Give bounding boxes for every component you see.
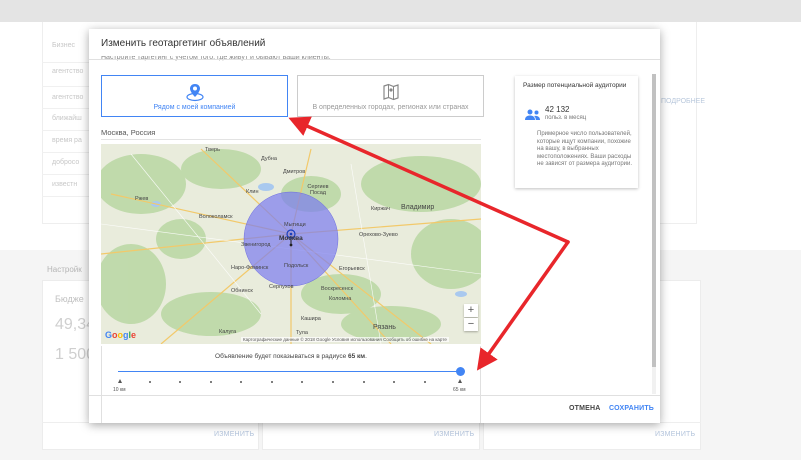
audience-size-card: Размер потенциальной аудитории 42 132 по… [515,76,638,188]
divider [101,139,481,140]
radius-section: Объявление будет показываться в радиусе … [101,346,481,423]
radius-text: Объявление будет показываться в радиусе … [102,353,480,360]
slider-tick [240,381,242,383]
map[interactable]: Тверь Дубна Дмитров Клин Сергиев Посад Р… [101,144,481,344]
top-bar [0,0,801,22]
audience-count: 42 132 [545,105,570,114]
radius-prefix: Объявление будет показываться в радиусе [215,353,349,360]
dialog-intro-text: Настройте таргетинг с учетом того, где ж… [101,56,331,64]
divider [89,59,660,60]
map-attribution[interactable]: Картографические данные © 2018 Google Ус… [241,337,449,342]
slider-tick [301,381,303,383]
slider-tick [118,379,122,383]
divider [42,62,91,63]
audience-description: Примерное число пользователей, которые и… [537,131,633,167]
slider-tick [179,381,181,383]
divider [42,174,91,175]
map-label: Калуга [219,329,237,335]
background-row: Бизнес [52,42,75,49]
map-label: Ржев [135,196,149,202]
divider [89,395,660,396]
cancel-button[interactable]: ОТМЕНА [569,405,601,412]
map-label: Подольск [284,263,309,269]
map-label: Клин [246,189,259,195]
slider-min-label: 10 км [113,387,126,393]
radius-slider-track[interactable] [118,371,461,372]
people-icon [525,108,541,126]
radius-slider-handle[interactable] [456,367,465,376]
edit-link[interactable]: ИЗМЕНИТЬ [214,431,254,438]
zoom-out-button[interactable]: − [464,318,478,331]
map-label: Егорьевск [339,266,365,272]
map-label: Рязань [373,324,396,331]
divider [42,196,91,197]
map-label: Воскресенск [321,286,354,292]
budget-label: Бюдже [55,294,84,304]
option-regions[interactable]: В определенных городах, регионах или стр… [297,75,484,117]
map-label: Москва [279,235,303,242]
map-label: Киржач [371,206,390,212]
slider-tick [363,381,365,383]
map-label: Коломна [329,296,352,302]
edit-link[interactable]: ИЗМЕНИТЬ [655,431,695,438]
map-label: Звенигород [241,242,271,248]
save-button[interactable]: СОХРАНИТЬ [609,405,654,412]
option-near-business-label: Рядом с моей компанией [153,104,236,111]
background-row: агентство [52,68,84,75]
slider-tick [424,381,426,383]
slider-tick [210,381,212,383]
map-label: Наро-Фоминск [231,265,269,271]
map-label: Сергиев Посад [307,184,329,196]
divider [42,152,91,153]
slider-tick [149,381,151,383]
location-label: Москва, Россия [101,128,156,137]
map-label: Владимир [401,204,435,211]
dialog-title: Изменить геотаргетинг объявлений [101,38,266,49]
slider-tick [393,381,395,383]
map-label: Мытищи [284,222,306,228]
option-regions-label: В определенных городах, регионах или стр… [312,104,469,111]
slider-tick [458,379,462,383]
scrollbar-thumb[interactable] [652,74,656,367]
geotargeting-dialog: Изменить геотаргетинг объявлений Настрой… [89,29,660,423]
audience-title: Размер потенциальной аудитории [523,82,627,89]
edit-link[interactable]: ИЗМЕНИТЬ [434,431,474,438]
divider [42,130,91,131]
map-label: Тверь [205,147,220,153]
google-logo: Google [105,330,137,340]
background-row: известн [52,181,78,188]
map-label: Кашира [301,316,321,322]
radius-value: 65 км [348,353,366,360]
option-near-business[interactable]: Рядом с моей компанией [101,75,288,117]
background-row: время ра [52,137,82,144]
map-label: Дубна [261,156,277,162]
zoom-in-button[interactable]: + [464,304,478,317]
divider [42,86,91,87]
background-row: агентство [52,94,84,101]
map-label: Волоколамск [199,214,233,220]
map-label: Обнинск [231,288,253,294]
radius-suffix: . [365,353,367,360]
map-label: Тула [296,330,308,336]
map-label: Дмитров [283,169,306,175]
background-row: ближайш [52,115,82,122]
slider-tick [271,381,273,383]
map-label: Орехово-Зуево [359,232,398,238]
audience-unit: польз. в месяц [545,115,587,121]
slider-max-label: 65 км [453,387,466,393]
background-row: добросо [52,159,80,166]
slider-tick [332,381,334,383]
background-section-title: Настройк [47,265,82,274]
divider [42,108,91,109]
background-more-link[interactable]: ПОДРОБНЕЕ [661,98,705,105]
map-label: Серпухов [269,284,294,290]
